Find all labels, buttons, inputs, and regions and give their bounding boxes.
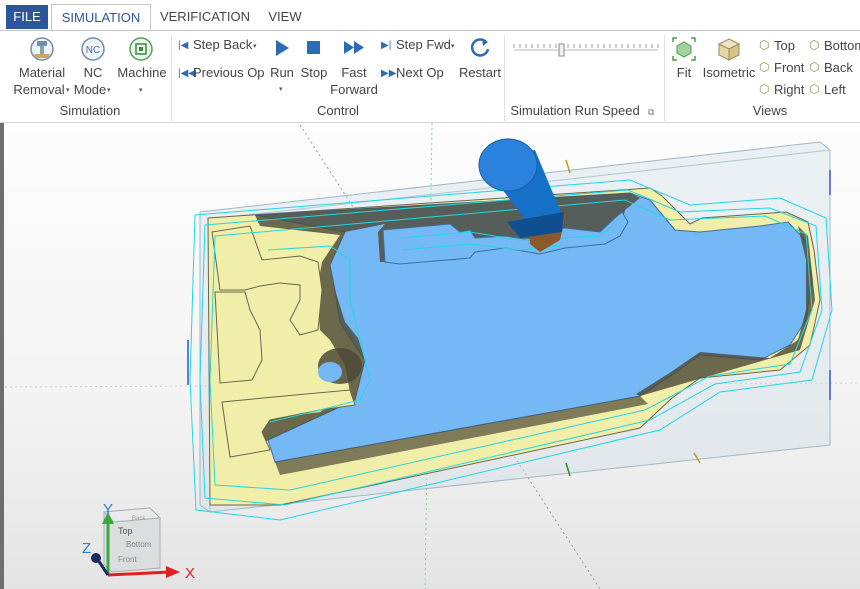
- tab-simulation[interactable]: SIMULATION: [51, 4, 151, 31]
- fast-forward-label-1: Fast: [341, 65, 367, 80]
- tab-file[interactable]: FILE: [6, 5, 48, 29]
- fast-forward-label-2: Forward: [330, 82, 378, 97]
- fast-forward-icon: [344, 41, 364, 54]
- machine-icon: [129, 37, 153, 61]
- cube-top-icon: ⬡: [759, 38, 770, 52]
- next-op-label: Next Op: [396, 65, 444, 80]
- group-label-simulation-run-speed: Simulation Run Speed: [510, 103, 640, 118]
- step-fwd-caret-icon: ▾: [451, 43, 455, 50]
- view-top-label: Top: [774, 38, 795, 53]
- material-removal-label-2: Removal: [13, 82, 65, 97]
- group-divider: [664, 35, 665, 121]
- round-pocket-floor: [318, 362, 342, 382]
- ribbon-tab-bar: FILE SIMULATION VERIFICATION VIEW: [0, 0, 860, 31]
- tab-view[interactable]: VIEW: [262, 4, 308, 31]
- x-axis-arrow-icon: [166, 566, 180, 578]
- fit-icon: [672, 37, 696, 61]
- simulation-viewport[interactable]: Top Bottom Front Back Y X Z: [0, 123, 860, 589]
- material-removal-icon: [30, 37, 54, 61]
- view-cube-bottom-label: Bottom: [126, 540, 152, 549]
- view-right-label: Right: [774, 82, 805, 97]
- run-icon: [276, 40, 289, 56]
- cube-bottom-icon: ⬡: [809, 38, 820, 52]
- fit-label: Fit: [676, 65, 692, 80]
- machine-label: Machine: [117, 65, 167, 80]
- speed-slider-thumb[interactable]: [558, 43, 565, 57]
- nc-mode-label-1: NC: [83, 65, 103, 80]
- step-back-caret-icon: ▾: [253, 43, 257, 50]
- z-axis-arrow-icon: [91, 553, 101, 563]
- cube-back-icon: ⬡: [809, 60, 820, 74]
- restart-icon: [470, 38, 490, 57]
- view-left-label: Left: [824, 82, 846, 97]
- x-axis-label: X: [185, 565, 195, 582]
- material-removal-caret-icon: ▾: [66, 87, 70, 94]
- material-removal-label-1: Material: [18, 65, 66, 80]
- isometric-label: Isometric: [702, 65, 756, 80]
- step-back-icon: |◀: [178, 40, 189, 51]
- nc-mode-caret-icon: ▾: [107, 87, 111, 94]
- group-label-control: Control: [317, 103, 359, 118]
- view-cube-top-label: Top: [118, 526, 133, 536]
- group-divider: [171, 35, 172, 121]
- nc-mode-icon: NC: [81, 37, 105, 61]
- cube-left-icon: ⬡: [809, 82, 820, 96]
- group-label-simulation: Simulation: [59, 103, 121, 118]
- tool-holder-top: [478, 138, 538, 192]
- stop-label: Stop: [300, 65, 328, 80]
- restart-label: Restart: [459, 65, 501, 80]
- z-axis-label: Z: [82, 540, 91, 557]
- cube-front-icon: ⬡: [759, 60, 770, 74]
- ribbon: Material Removal ▾ NC NC Mode ▾ Machine …: [0, 31, 860, 123]
- step-back-label: Step Back: [193, 37, 253, 52]
- step-fwd-label: Step Fwd: [396, 37, 451, 52]
- nc-mode-icon-text: NC: [86, 45, 100, 56]
- stop-icon: [307, 41, 320, 54]
- step-fwd-icon: ▶|: [381, 40, 392, 51]
- view-cube-front-label: Front: [118, 555, 137, 564]
- speed-slider-track: [513, 43, 659, 57]
- run-label: Run: [270, 65, 294, 80]
- view-back-label: Back: [824, 60, 853, 75]
- dialog-launcher-icon[interactable]: ⧉: [648, 104, 654, 121]
- isometric-icon: [717, 38, 741, 61]
- view-bottom-label: Bottom: [824, 38, 860, 53]
- view-front-label: Front: [774, 60, 805, 75]
- machine-caret-icon: ▾: [139, 87, 143, 94]
- y-axis-label: Y: [103, 501, 113, 518]
- nc-mode-label-2: Mode: [73, 82, 107, 97]
- previous-op-label: Previous Op: [193, 65, 265, 80]
- tab-verification[interactable]: VERIFICATION: [156, 4, 254, 31]
- viewport-left-border: [0, 123, 4, 589]
- group-divider: [504, 35, 505, 121]
- run-caret-icon: ▾: [279, 86, 283, 93]
- simulation-scene: Top Bottom Front Back Y X Z: [0, 123, 860, 589]
- cube-right-icon: ⬡: [759, 82, 770, 96]
- group-label-views: Views: [752, 103, 788, 118]
- x-axis-line: [107, 570, 171, 577]
- view-cube-back-label: Back: [132, 516, 146, 522]
